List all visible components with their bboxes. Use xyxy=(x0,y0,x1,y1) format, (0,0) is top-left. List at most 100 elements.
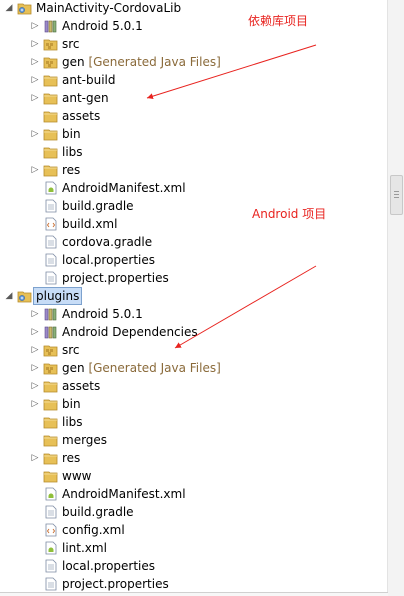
tree-item[interactable]: ▷ gen [Generated Java Files] xyxy=(0,53,388,71)
tree-item[interactable]: libs xyxy=(0,143,388,161)
item-name: merges xyxy=(62,433,108,447)
tree-item[interactable]: build.gradle xyxy=(0,503,388,521)
file-icon xyxy=(43,505,59,519)
tree-item[interactable]: libs xyxy=(0,413,388,431)
expand-toggle-icon[interactable]: ▷ xyxy=(30,89,40,107)
label-decoration: [Generated Java Files] xyxy=(88,55,221,69)
tree-item[interactable]: ▷ gen [Generated Java Files] xyxy=(0,359,388,377)
tree-item-label: bin xyxy=(62,125,81,143)
tree-item-label: lint.xml xyxy=(62,539,107,557)
project-node[interactable]: ◢ plugins xyxy=(0,287,388,305)
expand-toggle-icon[interactable]: ▷ xyxy=(30,161,40,179)
tree-item[interactable]: assets xyxy=(0,107,388,125)
tree-item[interactable]: local.properties xyxy=(0,251,388,269)
item-name: ant-gen xyxy=(62,91,109,105)
tree-item-label: src xyxy=(62,341,80,359)
item-name: gen xyxy=(62,55,85,69)
expand-toggle-icon[interactable]: ▷ xyxy=(30,125,40,143)
tree-item-label: Android 5.0.1 xyxy=(62,305,143,323)
tree-item[interactable]: project.properties xyxy=(0,269,388,287)
tree-item[interactable]: ▷ Android Dependencies xyxy=(0,323,388,341)
item-name: bin xyxy=(62,397,81,411)
tree-item[interactable]: ▷ ant-build xyxy=(0,71,388,89)
item-name: Android 5.0.1 xyxy=(62,19,143,33)
label-decoration: [Generated Java Files] xyxy=(88,361,221,375)
folder-icon xyxy=(43,397,59,411)
tree-item[interactable]: project.properties xyxy=(0,575,388,593)
tree-item[interactable]: ▷ bin xyxy=(0,395,388,413)
item-name: local.properties xyxy=(62,253,156,267)
tree-item[interactable]: ▷ ant-gen xyxy=(0,89,388,107)
vertical-scrollbar[interactable] xyxy=(387,0,404,596)
android-project-annotation: Android 项目 xyxy=(252,207,327,221)
tree-item-label: bin xyxy=(62,395,81,413)
library-project-annotation: 依赖库项目 xyxy=(248,14,309,28)
expand-toggle-icon[interactable]: ▷ xyxy=(30,35,40,53)
expand-toggle-icon[interactable]: ▷ xyxy=(30,53,40,71)
expand-toggle-icon[interactable]: ▷ xyxy=(30,377,40,395)
folder-icon xyxy=(43,433,59,447)
project-node[interactable]: ◢ MainActivity-CordovaLib xyxy=(0,0,388,17)
tree-item[interactable]: AndroidManifest.xml xyxy=(0,485,388,503)
tree-item[interactable]: config.xml xyxy=(0,521,388,539)
expand-toggle-icon[interactable]: ▷ xyxy=(30,341,40,359)
source-folder-icon xyxy=(43,37,59,51)
folder-icon xyxy=(43,469,59,483)
expand-toggle-icon[interactable]: ▷ xyxy=(30,17,40,35)
expand-toggle-icon[interactable]: ▷ xyxy=(30,323,40,341)
expand-toggle-icon[interactable]: ▷ xyxy=(30,359,40,377)
tree-item[interactable]: build.xml xyxy=(0,215,388,233)
tree-item[interactable]: ▷ res xyxy=(0,449,388,467)
tree-item-label: cordova.gradle xyxy=(62,233,152,251)
tree-item[interactable]: build.gradle xyxy=(0,197,388,215)
tree-item[interactable]: ▷ res xyxy=(0,161,388,179)
tree-item[interactable]: ▷ assets xyxy=(0,377,388,395)
package-explorer-tree[interactable]: ◢ MainActivity-CordovaLib ▷ Android 5.0.1 ▷ s… xyxy=(0,0,388,596)
tree-item[interactable]: cordova.gradle xyxy=(0,233,388,251)
item-name: libs xyxy=(62,145,83,159)
folder-icon xyxy=(43,451,59,465)
item-name: config.xml xyxy=(62,523,125,537)
tree-bottom-edge xyxy=(0,592,388,596)
tree-item-label: res xyxy=(62,449,80,467)
tree-item-label: Android 5.0.1 xyxy=(62,17,143,35)
expand-toggle-icon[interactable]: ▷ xyxy=(30,395,40,413)
expand-toggle-icon[interactable]: ▷ xyxy=(30,305,40,323)
item-name: libs xyxy=(62,415,83,429)
tree-item[interactable]: ▷ Android 5.0.1 xyxy=(0,17,388,35)
tree-item[interactable]: ▷ Android 5.0.1 xyxy=(0,305,388,323)
expand-toggle-icon[interactable]: ▷ xyxy=(30,71,40,89)
tree-item-label: gen [Generated Java Files] xyxy=(62,359,221,377)
item-name: project.properties xyxy=(62,271,169,285)
project-name: plugins xyxy=(33,287,83,305)
item-name: AndroidManifest.xml xyxy=(62,487,186,501)
item-name: local.properties xyxy=(62,559,156,573)
item-name: plugins xyxy=(36,289,80,303)
item-name: ant-build xyxy=(62,73,116,87)
tree-item[interactable]: local.properties xyxy=(0,557,388,575)
tree-item[interactable]: www xyxy=(0,467,388,485)
tree-item[interactable]: ▷ bin xyxy=(0,125,388,143)
tree-item[interactable]: merges xyxy=(0,431,388,449)
tree-item-label: assets xyxy=(62,377,100,395)
source-folder-icon xyxy=(43,55,59,69)
tree-item-label: libs xyxy=(62,143,83,161)
folder-icon xyxy=(43,145,59,159)
tree-item-label: ant-build xyxy=(62,71,116,89)
library-icon xyxy=(43,307,59,321)
item-name: MainActivity-CordovaLib xyxy=(36,1,182,15)
folder-icon xyxy=(43,73,59,87)
tree-item-label: assets xyxy=(62,107,100,125)
tree-item[interactable]: lint.xml xyxy=(0,539,388,557)
item-name: src xyxy=(62,37,80,51)
tree-item-label: Android Dependencies xyxy=(62,323,198,341)
tree-item-label: project.properties xyxy=(62,575,169,593)
collapse-toggle-icon[interactable]: ◢ xyxy=(4,0,14,17)
tree-item[interactable]: AndroidManifest.xml xyxy=(0,179,388,197)
collapse-toggle-icon[interactable]: ◢ xyxy=(4,287,14,305)
tree-item[interactable]: ▷ src xyxy=(0,341,388,359)
expand-toggle-icon[interactable]: ▷ xyxy=(30,449,40,467)
scrollbar-thumb[interactable] xyxy=(390,175,403,215)
tree-item[interactable]: ▷ src xyxy=(0,35,388,53)
tree-item-label: libs xyxy=(62,413,83,431)
